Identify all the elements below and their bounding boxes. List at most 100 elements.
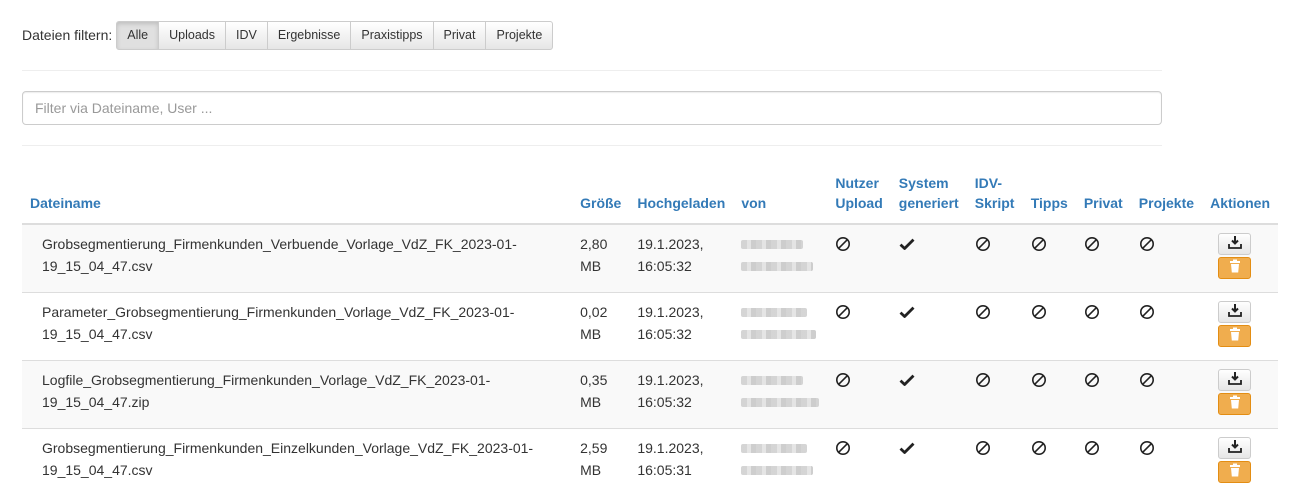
- col-tipps[interactable]: Tipps: [1023, 168, 1076, 224]
- filter-praxistipps-button[interactable]: Praxistipps: [350, 21, 433, 50]
- uploader-cell: [733, 293, 827, 361]
- redacted-user: [741, 398, 819, 407]
- delete-button[interactable]: [1218, 461, 1251, 483]
- col-projekte[interactable]: Projekte: [1131, 168, 1202, 224]
- actions-cell: [1202, 429, 1278, 496]
- delete-button[interactable]: [1218, 393, 1251, 415]
- download-button[interactable]: [1218, 369, 1251, 391]
- no-icon: [975, 443, 991, 459]
- filename: Grobsegmentierung_Firmenkunden_Verbuende…: [42, 236, 517, 252]
- check-icon: [899, 307, 915, 323]
- filename: 19_15_04_47.zip: [42, 394, 149, 410]
- divider: [22, 145, 1162, 146]
- col-nutzer-upload[interactable]: NutzerUpload: [827, 168, 890, 224]
- filter-privat-button[interactable]: Privat: [433, 21, 487, 50]
- size-cell: 2,59MB: [572, 429, 629, 496]
- redacted-user: [741, 444, 807, 453]
- filter-ergebnisse-button[interactable]: Ergebnisse: [267, 21, 352, 50]
- no-icon: [835, 375, 851, 391]
- filename: 19_15_04_47.csv: [42, 258, 153, 274]
- filename: 19_15_04_47.csv: [42, 326, 153, 342]
- no-icon: [1031, 443, 1047, 459]
- col-idv-skript[interactable]: IDV-Skript: [967, 168, 1023, 224]
- user-upload-cell: [827, 293, 890, 361]
- download-button[interactable]: [1218, 301, 1251, 323]
- download-icon: [1228, 369, 1242, 391]
- projekte-cell: [1131, 361, 1202, 429]
- privat-cell: [1076, 361, 1131, 429]
- trash-icon: [1229, 325, 1241, 347]
- system-generated-cell: [891, 429, 967, 496]
- delete-button[interactable]: [1218, 325, 1251, 347]
- col-dateiname[interactable]: Dateiname: [22, 168, 572, 224]
- col-von[interactable]: von: [733, 168, 827, 224]
- uploaded-cell: 19.1.2023,16:05:31: [629, 429, 733, 496]
- no-icon: [975, 307, 991, 323]
- check-icon: [899, 443, 915, 459]
- delete-button[interactable]: [1218, 257, 1251, 279]
- filter-idv-button[interactable]: IDV: [225, 21, 268, 50]
- no-icon: [835, 239, 851, 255]
- tipps-cell: [1023, 293, 1076, 361]
- privat-cell: [1076, 224, 1131, 293]
- search-input[interactable]: [22, 91, 1162, 125]
- uploaded-cell: 19.1.2023,16:05:32: [629, 293, 733, 361]
- filename: Grobsegmentierung_Firmenkunden_Einzelkun…: [42, 440, 533, 456]
- filename-cell: Grobsegmentierung_Firmenkunden_Einzelkun…: [22, 429, 572, 496]
- redacted-user: [741, 262, 813, 271]
- download-button[interactable]: [1218, 233, 1251, 255]
- uploader-cell: [733, 429, 827, 496]
- no-icon: [1139, 375, 1155, 391]
- filter-uploads-button[interactable]: Uploads: [158, 21, 226, 50]
- no-icon: [975, 239, 991, 255]
- no-icon: [835, 307, 851, 323]
- no-icon: [1031, 307, 1047, 323]
- download-button[interactable]: [1218, 437, 1251, 459]
- table-row: Logfile_Grobsegmentierung_Firmenkunden_V…: [22, 361, 1278, 429]
- download-icon: [1228, 437, 1242, 459]
- filename: Logfile_Grobsegmentierung_Firmenkunden_V…: [42, 372, 490, 388]
- col-hochgeladen[interactable]: Hochgeladen: [629, 168, 733, 224]
- projekte-cell: [1131, 293, 1202, 361]
- filename: 19_15_04_47.csv: [42, 462, 153, 478]
- filter-label: Dateien filtern:: [22, 27, 112, 43]
- divider: [22, 70, 1162, 71]
- redacted-user: [741, 466, 813, 475]
- system-generated-cell: [891, 293, 967, 361]
- no-icon: [1031, 375, 1047, 391]
- col-privat[interactable]: Privat: [1076, 168, 1131, 224]
- no-icon: [1139, 307, 1155, 323]
- col-groesse[interactable]: Größe: [572, 168, 629, 224]
- actions-cell: [1202, 224, 1278, 293]
- filename: Parameter_Grobsegmentierung_Firmenkunden…: [42, 304, 514, 320]
- system-generated-cell: [891, 224, 967, 293]
- user-upload-cell: [827, 361, 890, 429]
- uploader-cell: [733, 224, 827, 293]
- user-upload-cell: [827, 429, 890, 496]
- file-filter-bar: Dateien filtern: Alle Uploads IDV Ergebn…: [22, 20, 553, 50]
- filename-cell: Grobsegmentierung_Firmenkunden_Verbuende…: [22, 224, 572, 293]
- check-icon: [899, 239, 915, 255]
- download-icon: [1228, 233, 1242, 255]
- no-icon: [835, 443, 851, 459]
- tipps-cell: [1023, 429, 1076, 496]
- redacted-user: [741, 376, 803, 385]
- download-icon: [1228, 301, 1242, 323]
- redacted-user: [741, 240, 803, 249]
- uploader-cell: [733, 361, 827, 429]
- table-row: Grobsegmentierung_Firmenkunden_Verbuende…: [22, 224, 1278, 293]
- idv-script-cell: [967, 293, 1023, 361]
- uploaded-cell: 19.1.2023,16:05:32: [629, 361, 733, 429]
- check-icon: [899, 375, 915, 391]
- filter-projekte-button[interactable]: Projekte: [485, 21, 553, 50]
- no-icon: [1084, 375, 1100, 391]
- no-icon: [1139, 239, 1155, 255]
- actions-cell: [1202, 293, 1278, 361]
- col-system-generiert[interactable]: Systemgeneriert: [891, 168, 967, 224]
- idv-script-cell: [967, 224, 1023, 293]
- filter-alle-button[interactable]: Alle: [116, 21, 159, 50]
- redacted-user: [741, 308, 807, 317]
- privat-cell: [1076, 429, 1131, 496]
- redacted-user: [741, 330, 816, 339]
- no-icon: [1031, 239, 1047, 255]
